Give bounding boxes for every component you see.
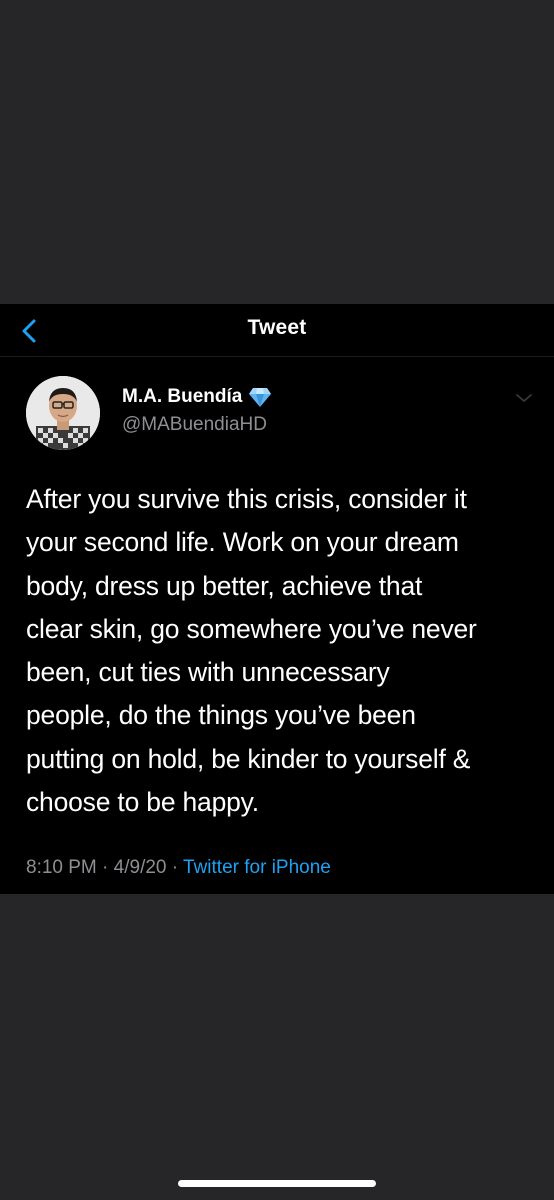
tweet-metadata: 8:10 PM · 4/9/20 · Twitter for iPhone bbox=[26, 857, 331, 879]
screenshot: Tweet M.A. Buendía @MABuendiaHD After yo… bbox=[0, 0, 554, 1200]
display-name[interactable]: M.A. Buendía bbox=[122, 386, 242, 408]
navigation-bar: Tweet bbox=[0, 304, 554, 357]
tweet-text: After you survive this crisis, consider … bbox=[26, 478, 536, 824]
tweet-author: M.A. Buendía @MABuendiaHD bbox=[26, 376, 536, 456]
tweet-line: putting on hold, be kinder to yourself & bbox=[26, 743, 471, 774]
tweet-line: people, do the things you’ve been bbox=[26, 700, 416, 731]
tweet-line: clear skin, go somewhere you’ve never bbox=[26, 613, 477, 644]
separator: · bbox=[171, 857, 179, 878]
avatar-image bbox=[26, 376, 100, 450]
tweet-source-link[interactable]: Twitter for iPhone bbox=[183, 857, 331, 878]
tweet-line: After you survive this crisis, consider … bbox=[26, 484, 467, 514]
tweet-line: choose to be happy. bbox=[26, 787, 259, 818]
tweet-line: body, dress up better, achieve that bbox=[26, 570, 423, 601]
tweet-panel: Tweet M.A. Buendía @MABuendiaHD After yo… bbox=[0, 304, 554, 894]
tweet-line: been, cut ties with unnecessary bbox=[26, 657, 390, 688]
tweet-time: 8:10 PM bbox=[26, 857, 97, 878]
tweet-line: your second life. Work on your dream bbox=[26, 527, 459, 558]
tweet-date: 4/9/20 bbox=[113, 857, 167, 878]
avatar[interactable] bbox=[26, 376, 100, 450]
chevron-down-icon[interactable] bbox=[512, 388, 536, 408]
name-row: M.A. Buendía bbox=[122, 384, 272, 410]
page-title: Tweet bbox=[247, 316, 307, 339]
home-indicator[interactable] bbox=[178, 1180, 376, 1187]
separator: · bbox=[102, 857, 109, 878]
user-handle[interactable]: @MABuendiaHD bbox=[122, 414, 267, 436]
diamond-icon bbox=[249, 388, 272, 407]
